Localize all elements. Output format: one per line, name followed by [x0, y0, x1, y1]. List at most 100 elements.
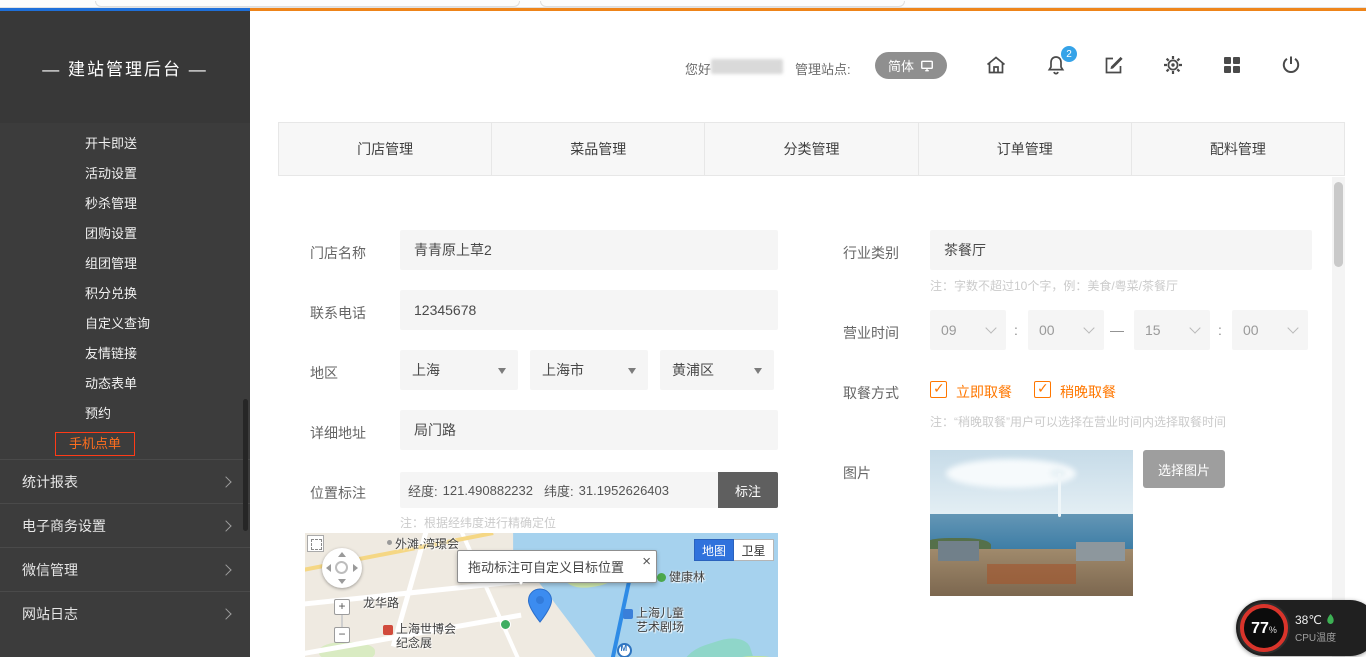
- map-theater-icon: [623, 609, 633, 619]
- open-hour-select[interactable]: 09: [930, 310, 1006, 350]
- content-scrollbar-thumb[interactable]: [1334, 182, 1343, 267]
- header: 您好 管理站点: 简体 2: [250, 11, 1366, 122]
- sidebar-item-points-exchange[interactable]: 积分兑换: [0, 279, 250, 309]
- phone-label: 联系电话: [310, 303, 366, 323]
- district-value: 黄浦区: [672, 360, 714, 380]
- map-zoom-out-button[interactable]: −: [334, 627, 350, 643]
- browser-urlbar-fragment-2: [540, 1, 905, 7]
- managed-site-label: 管理站点:: [795, 59, 851, 78]
- sidebar-item-mobile-ordering[interactable]: 手机点单: [0, 429, 250, 459]
- sidebar-item-flash-sale[interactable]: 秒杀管理: [0, 189, 250, 219]
- greeting-text: 您好: [685, 59, 711, 78]
- pan-up-arrow-icon[interactable]: [338, 552, 346, 557]
- pan-left-arrow-icon[interactable]: [326, 564, 331, 572]
- map-type-map-button[interactable]: 地图: [694, 539, 734, 561]
- map-type-satellite-button[interactable]: 卫星: [734, 539, 774, 561]
- sidebar-item-card-activation-gift[interactable]: 开卡即送: [0, 129, 250, 159]
- pan-center-icon: [335, 561, 348, 574]
- cpu-usage-gauge: 77 %: [1240, 604, 1288, 652]
- open-minute-value: 00: [1039, 322, 1055, 338]
- map-poi-green-icon: [500, 619, 511, 630]
- apps-grid-icon[interactable]: [1220, 53, 1244, 77]
- sidebar-item-friendly-links[interactable]: 友情链接: [0, 339, 250, 369]
- cpu-monitor-widget[interactable]: 77 % 38℃ CPU温度: [1236, 600, 1366, 656]
- industry-note: 注：字数不超过10个字，例：美食/粤菜/茶餐厅: [930, 277, 1178, 294]
- home-icon[interactable]: [984, 53, 1008, 77]
- city-value: 上海市: [542, 360, 584, 380]
- power-logout-icon[interactable]: [1279, 53, 1303, 77]
- close-hour-select[interactable]: 15: [1134, 310, 1210, 350]
- sidebar-item-custom-query[interactable]: 自定义查询: [0, 309, 250, 339]
- sidebar-item-group-buy[interactable]: 团购设置: [0, 219, 250, 249]
- business-hours-label: 营业时间: [843, 323, 899, 343]
- sidebar-item-dynamic-forms[interactable]: 动态表单: [0, 369, 250, 399]
- pickup-later-label[interactable]: 稍晚取餐: [1060, 382, 1116, 402]
- photo-fountain-jet: [1058, 473, 1061, 517]
- latitude-value: 31.1952626403: [579, 483, 669, 498]
- settings-gear-icon[interactable]: [1161, 53, 1185, 77]
- tab-category-management[interactable]: 分类管理: [705, 123, 918, 175]
- open-minute-select[interactable]: 00: [1028, 310, 1104, 350]
- pan-down-arrow-icon[interactable]: [338, 579, 346, 584]
- store-name-input[interactable]: [400, 230, 778, 270]
- pickup-now-checkbox[interactable]: [930, 381, 947, 398]
- industry-label: 行业类别: [843, 243, 899, 263]
- choose-image-button[interactable]: 选择图片: [1143, 450, 1225, 488]
- map-canvas[interactable]: 外滩·湾璟会 健康林 龙华路 上海儿童艺术剧场 上海世博会纪念展 + −: [305, 533, 778, 657]
- sidebar-scrollbar-thumb[interactable]: [243, 399, 248, 531]
- photo-building: [938, 541, 979, 561]
- sidebar-group-site-logs[interactable]: 网站日志: [0, 591, 250, 635]
- chevron-right-icon: [220, 520, 231, 531]
- pickup-later-checkbox[interactable]: [1034, 381, 1051, 398]
- chevron-down-icon: [1083, 322, 1094, 333]
- tab-ingredient-management[interactable]: 配料管理: [1132, 123, 1344, 175]
- sidebar-group-ecommerce-settings[interactable]: 电子商务设置: [0, 503, 250, 547]
- province-select[interactable]: 上海: [400, 350, 518, 390]
- city-select[interactable]: 上海市: [530, 350, 648, 390]
- module-tabs: 门店管理 菜品管理 分类管理 订单管理 配料管理: [278, 122, 1345, 176]
- screen: — 建站管理后台 — 开卡即送 活动设置 秒杀管理 团购设置 组团管理 积分兑换…: [0, 0, 1366, 657]
- photo-rooftops: [987, 564, 1076, 584]
- pickup-method-label: 取餐方式: [843, 383, 899, 403]
- language-simplified-button[interactable]: 简体: [875, 52, 947, 79]
- sidebar-group-stats-reports[interactable]: 统计报表: [0, 459, 250, 503]
- content-scrollbar-track[interactable]: [1332, 177, 1345, 657]
- open-hour-value: 09: [941, 322, 957, 338]
- district-select[interactable]: 黄浦区: [660, 350, 774, 390]
- active-item-highlight: 手机点单: [55, 432, 135, 456]
- pan-right-arrow-icon[interactable]: [353, 564, 358, 572]
- latitude-label: 纬度:: [544, 481, 574, 500]
- chevron-right-icon: [220, 608, 231, 619]
- map-zoom-in-button[interactable]: +: [334, 599, 350, 615]
- sidebar-item-booking[interactable]: 预约: [0, 399, 250, 429]
- address-input[interactable]: [400, 410, 778, 450]
- tooltip-close-button[interactable]: ×: [642, 554, 651, 569]
- close-hour-value: 15: [1145, 322, 1161, 338]
- map-place-label: 上海世博会纪念展: [383, 623, 459, 651]
- edit-pencil-icon[interactable]: [1102, 53, 1126, 77]
- notification-badge: 2: [1061, 46, 1077, 62]
- map-place-label: 龙华路: [363, 597, 399, 611]
- close-minute-select[interactable]: 00: [1232, 310, 1308, 350]
- map-pan-control[interactable]: [322, 548, 362, 588]
- language-button-label: 简体: [888, 56, 914, 75]
- pickup-now-label[interactable]: 立即取餐: [956, 382, 1012, 402]
- tab-store-management[interactable]: 门店管理: [279, 123, 492, 175]
- map-marker-pin[interactable]: [527, 588, 553, 624]
- map-place-label: 健康林: [657, 571, 705, 585]
- sidebar-group-wechat-management[interactable]: 微信管理: [0, 547, 250, 591]
- industry-input[interactable]: [930, 230, 1312, 270]
- tab-dish-management[interactable]: 菜品管理: [492, 123, 705, 175]
- map-overview-control[interactable]: [307, 535, 324, 552]
- tab-order-management[interactable]: 订单管理: [919, 123, 1132, 175]
- tooltip-text: 拖动标注可自定义目标位置: [468, 557, 624, 576]
- phone-input[interactable]: [400, 290, 778, 330]
- sidebar-item-team-management[interactable]: 组团管理: [0, 249, 250, 279]
- group-label: 网站日志: [22, 604, 78, 624]
- map-zoom-track[interactable]: [341, 615, 343, 627]
- group-label: 统计报表: [22, 472, 78, 492]
- notifications-bell-icon[interactable]: 2: [1044, 53, 1068, 77]
- sidebar-item-activity-settings[interactable]: 活动设置: [0, 159, 250, 189]
- coordinates-box: 经度: 121.490882232 纬度: 31.1952626403: [400, 472, 718, 508]
- mark-location-button[interactable]: 标注: [718, 472, 778, 508]
